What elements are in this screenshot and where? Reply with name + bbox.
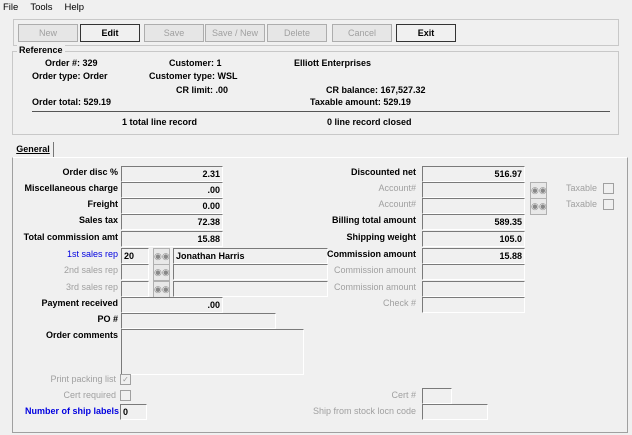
cert-required-checkbox[interactable] xyxy=(120,390,131,401)
commission2-field[interactable] xyxy=(422,264,525,280)
shipping-weight-label: Shipping weight xyxy=(346,232,417,242)
order-total: Order total: 529.19 xyxy=(32,97,112,107)
exit-button[interactable]: Exit xyxy=(396,24,456,42)
delete-button[interactable]: Delete xyxy=(267,24,327,42)
rep1-code-field[interactable]: 20 xyxy=(121,248,149,264)
total-commission-field[interactable]: 15.88 xyxy=(121,231,223,247)
customer-name: Elliott Enterprises xyxy=(294,58,372,68)
billing-total-field[interactable]: 589.35 xyxy=(422,214,525,230)
rep1-name-field[interactable]: Jonathan Harris xyxy=(173,248,328,264)
rep2-label: 2nd sales rep xyxy=(63,265,118,275)
rep1-label: 1st sales rep xyxy=(66,249,118,259)
freight-field[interactable]: 0.00 xyxy=(121,198,223,214)
rep2-code-field[interactable] xyxy=(121,264,149,280)
binoculars-icon[interactable]: ◉◉ xyxy=(153,264,170,281)
binoculars-icon[interactable]: ◉◉ xyxy=(530,182,547,199)
menu-bar: File Tools Help xyxy=(3,2,96,13)
rep2-name-field[interactable] xyxy=(173,264,328,280)
binoculars-icon[interactable]: ◉◉ xyxy=(530,198,547,215)
freight-label: Freight xyxy=(87,199,119,209)
shipping-weight-field[interactable]: 105.0 xyxy=(422,231,525,247)
account1-field[interactable] xyxy=(422,182,525,198)
order-disc-field[interactable]: 2.31 xyxy=(121,166,223,182)
taxable2-checkbox[interactable] xyxy=(603,199,614,210)
rep3-name-field[interactable] xyxy=(173,281,328,297)
check-label: Check # xyxy=(382,298,416,308)
account2-label: Account# xyxy=(378,199,416,209)
menu-file[interactable]: File xyxy=(3,2,18,13)
commission1-label: Commission amount xyxy=(326,249,416,259)
sales-tax-label: Sales tax xyxy=(78,215,118,225)
commission1-field[interactable]: 15.88 xyxy=(422,248,525,264)
edit-button[interactable]: Edit xyxy=(80,24,140,42)
menu-tools[interactable]: Tools xyxy=(30,2,52,13)
ship-labels-field[interactable]: 0 xyxy=(120,404,147,420)
new-button[interactable]: New xyxy=(18,24,78,42)
cr-balance: CR balance: 167,527.32 xyxy=(326,85,426,95)
commission3-label: Commission amount xyxy=(333,282,416,292)
reference-title: Reference xyxy=(17,45,65,55)
taxable1-checkbox[interactable] xyxy=(603,183,614,194)
save-button[interactable]: Save xyxy=(144,24,204,42)
tab-general[interactable]: General xyxy=(13,142,54,157)
taxable1-label: Taxable xyxy=(566,183,598,193)
cert-required-label: Cert required xyxy=(63,390,116,400)
menu-help[interactable]: Help xyxy=(65,2,85,13)
payment-label: Payment received xyxy=(41,298,118,308)
binoculars-icon[interactable]: ◉◉ xyxy=(153,248,170,265)
account1-label: Account# xyxy=(378,183,416,193)
po-field[interactable] xyxy=(121,313,276,329)
ship-from-field[interactable] xyxy=(422,404,488,420)
account2-field[interactable] xyxy=(422,198,525,214)
po-label: PO # xyxy=(97,314,118,324)
separator xyxy=(32,111,610,112)
misc-charge-field[interactable]: .00 xyxy=(121,182,223,198)
ship-labels-label: Number of ship labels xyxy=(24,406,119,416)
customer: Customer: 1 xyxy=(169,58,222,68)
comments-label: Order comments xyxy=(45,330,118,340)
rep3-label: 3rd sales rep xyxy=(65,282,118,292)
total-lines: 1 total line record xyxy=(122,117,198,127)
payment-field[interactable]: .00 xyxy=(121,297,223,313)
comments-textarea[interactable] xyxy=(121,329,304,375)
cert-no-field[interactable] xyxy=(422,388,452,404)
discounted-net-label: Discounted net xyxy=(350,167,416,177)
closed-lines: 0 line record closed xyxy=(327,117,412,127)
save-new-button[interactable]: Save / New xyxy=(205,24,265,42)
order-disc-label: Order disc % xyxy=(62,167,118,177)
taxable2-label: Taxable xyxy=(566,199,598,209)
binoculars-icon[interactable]: ◉◉ xyxy=(153,281,170,298)
customer-type: Customer type: WSL xyxy=(149,71,238,81)
print-packing-label: Print packing list xyxy=(50,374,116,384)
total-commission-label: Total commission amt xyxy=(23,232,118,242)
commission2-label: Commission amount xyxy=(333,265,416,275)
print-packing-checkbox[interactable]: ✓ xyxy=(120,374,131,385)
sales-tax-field[interactable]: 72.38 xyxy=(121,214,223,230)
taxable-amount: Taxable amount: 529.19 xyxy=(310,97,411,107)
order-type: Order type: Order xyxy=(32,71,108,81)
order-number: Order #: 329 xyxy=(45,58,98,68)
rep3-code-field[interactable] xyxy=(121,281,149,297)
cert-no-label: Cert # xyxy=(391,390,416,400)
ship-from-label: Ship from stock locn code xyxy=(312,406,416,416)
cancel-button[interactable]: Cancel xyxy=(332,24,392,42)
check-field[interactable] xyxy=(422,297,525,313)
misc-charge-label: Miscellaneous charge xyxy=(24,183,118,193)
billing-total-label: Billing total amount xyxy=(332,215,416,225)
commission3-field[interactable] xyxy=(422,281,525,297)
cr-limit: CR limit: .00 xyxy=(176,85,229,95)
discounted-net-field[interactable]: 516.97 xyxy=(422,166,525,182)
